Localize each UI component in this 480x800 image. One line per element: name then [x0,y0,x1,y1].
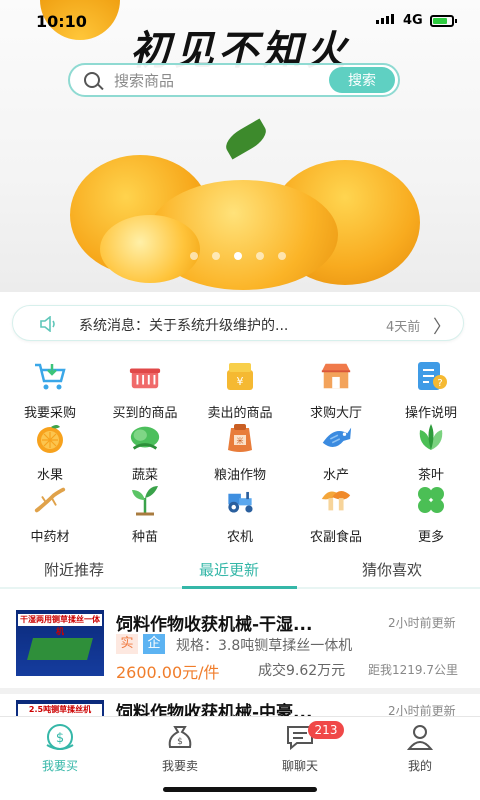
grid-item-instructions[interactable]: ? 操作说明 [383,360,479,422]
hero-banner[interactable]: 初见不知火 [0,0,480,292]
carousel-dot-active[interactable] [234,252,242,260]
svg-text:$: $ [177,737,183,747]
carousel-dots [190,252,286,260]
tractor-icon [223,484,257,516]
network-type: 4G [403,13,423,28]
search-bar: 搜索 [68,63,400,97]
orange-icon [33,422,67,454]
product-update-time: 2小时前更新 [388,616,456,630]
fish-icon [319,422,353,454]
grid-item-tea[interactable]: 茶叶 [383,422,479,484]
grid-item-seedling[interactable]: 种苗 [97,484,193,546]
product-title: 饲料作物收获机械-干湿... [116,615,313,635]
money-box-icon: ¥ [223,360,257,392]
grid-item-demand-hall[interactable]: 求购大厅 [288,360,384,422]
verified-tag: 实 [116,634,138,654]
nav-profile[interactable]: 我的 [380,723,460,774]
grid-item-purchase[interactable]: 我要采购 [2,360,98,422]
fruit-slice-image [100,215,200,283]
basket-icon [128,360,162,392]
grid-item-aquatic[interactable]: 水产 [288,422,384,484]
seedling-icon [128,484,162,516]
svg-text:?: ? [437,378,442,389]
grid-item-fruit[interactable]: 水果 [2,422,98,484]
tab-guess[interactable]: 猜你喜欢 [362,559,422,580]
grid-item-bought[interactable]: 买到的商品 [97,360,193,422]
cart-icon [33,360,67,392]
feed-tabs: 附近推荐 最近更新 猜你喜欢 [0,553,480,589]
battery-icon [430,15,457,27]
sell-bag-icon: $ [164,723,196,751]
profile-icon [404,723,436,751]
signal-icon [376,14,394,24]
product-price: 2600.00元/件 [116,663,220,682]
svg-text:米: 米 [237,436,244,445]
carousel-dot[interactable] [212,252,220,260]
tea-leaf-icon [414,422,448,454]
carousel-dot[interactable] [256,252,264,260]
product-spec: 规格：3.8吨铡草揉丝一体机 [176,638,353,654]
status-time: 10:10 [36,12,87,31]
product-distance: 距我1219.7公里 [368,663,458,677]
tab-nearby[interactable]: 附近推荐 [44,559,104,580]
svg-text:¥: ¥ [237,375,244,388]
rice-sack-icon: 米 [223,422,257,454]
leaf-image [221,118,271,160]
vegetable-icon [128,422,162,454]
grid-item-machinery[interactable]: 农机 [192,484,288,546]
mushroom-icon [319,484,353,516]
grid-item-more[interactable]: 更多 [383,484,479,546]
grid-item-vegetable[interactable]: 蔬菜 [97,422,193,484]
grid-item-sold[interactable]: ¥ 卖出的商品 [192,360,288,422]
chevron-right-icon: 〉 [433,317,451,338]
tab-recent[interactable]: 最近更新 [199,559,259,580]
shop-icon [319,360,353,392]
grid-item-agri-food[interactable]: 农副食品 [288,484,384,546]
enterprise-tag: 企 [143,634,165,654]
nav-chat[interactable]: 213 聊聊天 [260,721,344,774]
status-bar: 10:10 4G [0,0,480,40]
more-clover-icon [414,484,448,516]
help-doc-icon: ? [414,360,448,392]
search-input[interactable] [114,70,334,92]
ginseng-icon [33,484,67,516]
unread-badge: 213 [308,721,344,739]
home-indicator [163,787,317,792]
buy-icon: $ [44,723,76,751]
svg-text:$: $ [56,731,64,746]
search-icon [84,72,100,88]
carousel-dot[interactable] [190,252,198,260]
nav-sell[interactable]: $ 我要卖 [140,723,220,774]
nav-buy[interactable]: $ 我要买 [20,723,100,774]
notice-time: 4天前 [386,320,421,335]
carousel-dot[interactable] [278,252,286,260]
product-deal-volume: 成交9.62万元 [258,663,346,679]
speaker-icon [40,316,55,332]
system-notice[interactable]: 系统消息：关于系统升级维护的... 4天前 〉 [12,305,464,341]
product-row[interactable]: 干湿两用铡草揉丝一体机 饲料作物收获机械-干湿... 2小时前更新 实 企 规格… [0,600,480,688]
search-button[interactable]: 搜索 [329,67,395,93]
grid-item-grain-oil[interactable]: 米 粮油作物 [192,422,288,484]
grid-item-herbal[interactable]: 中药材 [2,484,98,546]
product-thumbnail: 干湿两用铡草揉丝一体机 [16,610,104,676]
notice-text: 系统消息：关于系统升级维护的... [79,318,289,334]
tab-indicator [182,586,297,589]
